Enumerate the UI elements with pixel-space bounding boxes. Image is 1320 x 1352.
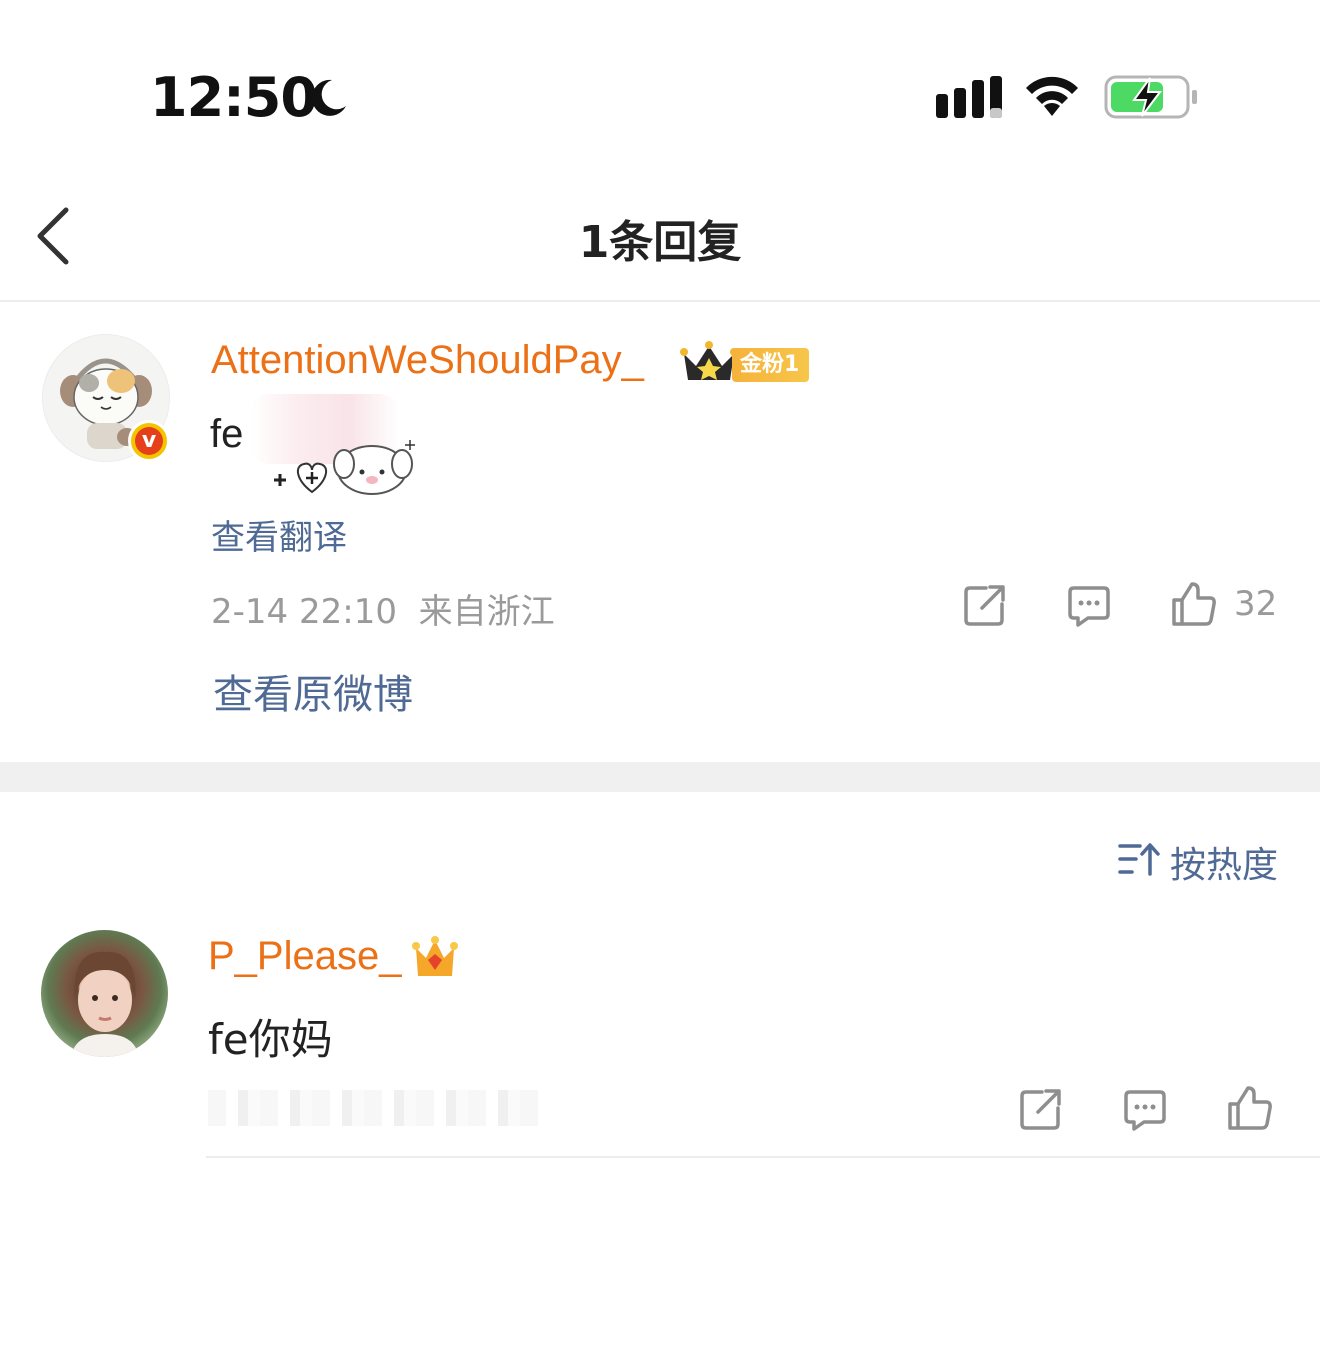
sort-icon[interactable] bbox=[1118, 840, 1160, 878]
blurred-content bbox=[208, 1090, 538, 1126]
share-icon[interactable] bbox=[962, 582, 1008, 628]
user-photo bbox=[71, 951, 139, 1057]
battery-charging-icon bbox=[1104, 75, 1197, 119]
comment-text: fe bbox=[210, 412, 244, 456]
comment-username[interactable]: AttentionWeShouldPay_ bbox=[211, 338, 644, 383]
page-title: 1条回复 bbox=[578, 217, 742, 268]
comment-icon[interactable] bbox=[1066, 582, 1112, 628]
comment-icon[interactable] bbox=[1122, 1086, 1168, 1132]
like-thumbs-up-icon[interactable] bbox=[1226, 1084, 1274, 1132]
status-time: 12:50 bbox=[150, 66, 318, 129]
comment-timestamp: 2-14 22:10 bbox=[211, 592, 397, 632]
reply-text: fe你妈 bbox=[208, 1015, 333, 1064]
crown-icon bbox=[412, 936, 458, 976]
header-divider bbox=[0, 300, 1320, 302]
reply-divider bbox=[206, 1156, 1320, 1158]
crown-icon bbox=[680, 341, 738, 380]
comment-location: 来自浙江 bbox=[418, 592, 555, 632]
comment-meta: 2-14 22:10 来自浙江 bbox=[211, 584, 555, 633]
section-divider bbox=[0, 762, 1320, 792]
share-icon[interactable] bbox=[1018, 1086, 1064, 1132]
cellular-signal-icon bbox=[936, 76, 1002, 118]
like-thumbs-up-icon[interactable] bbox=[1170, 580, 1218, 628]
fan-level-badge: 金粉1 bbox=[732, 348, 810, 382]
reply-username[interactable]: P_Please_ bbox=[208, 934, 401, 979]
verified-badge: v bbox=[128, 420, 170, 462]
view-translation-link[interactable]: 查看翻译 bbox=[211, 510, 347, 559]
view-original-post-link[interactable]: 查看原微博 bbox=[213, 662, 413, 720]
like-count: 32 bbox=[1234, 584, 1278, 624]
puppy-sticker-icon bbox=[274, 440, 415, 495]
moon-icon bbox=[311, 79, 346, 116]
avatar[interactable] bbox=[41, 930, 168, 1057]
sort-by-hot-button[interactable]: 按热度 bbox=[1170, 836, 1278, 888]
verified-v-icon: v bbox=[135, 427, 163, 455]
wifi-icon bbox=[1026, 76, 1078, 116]
